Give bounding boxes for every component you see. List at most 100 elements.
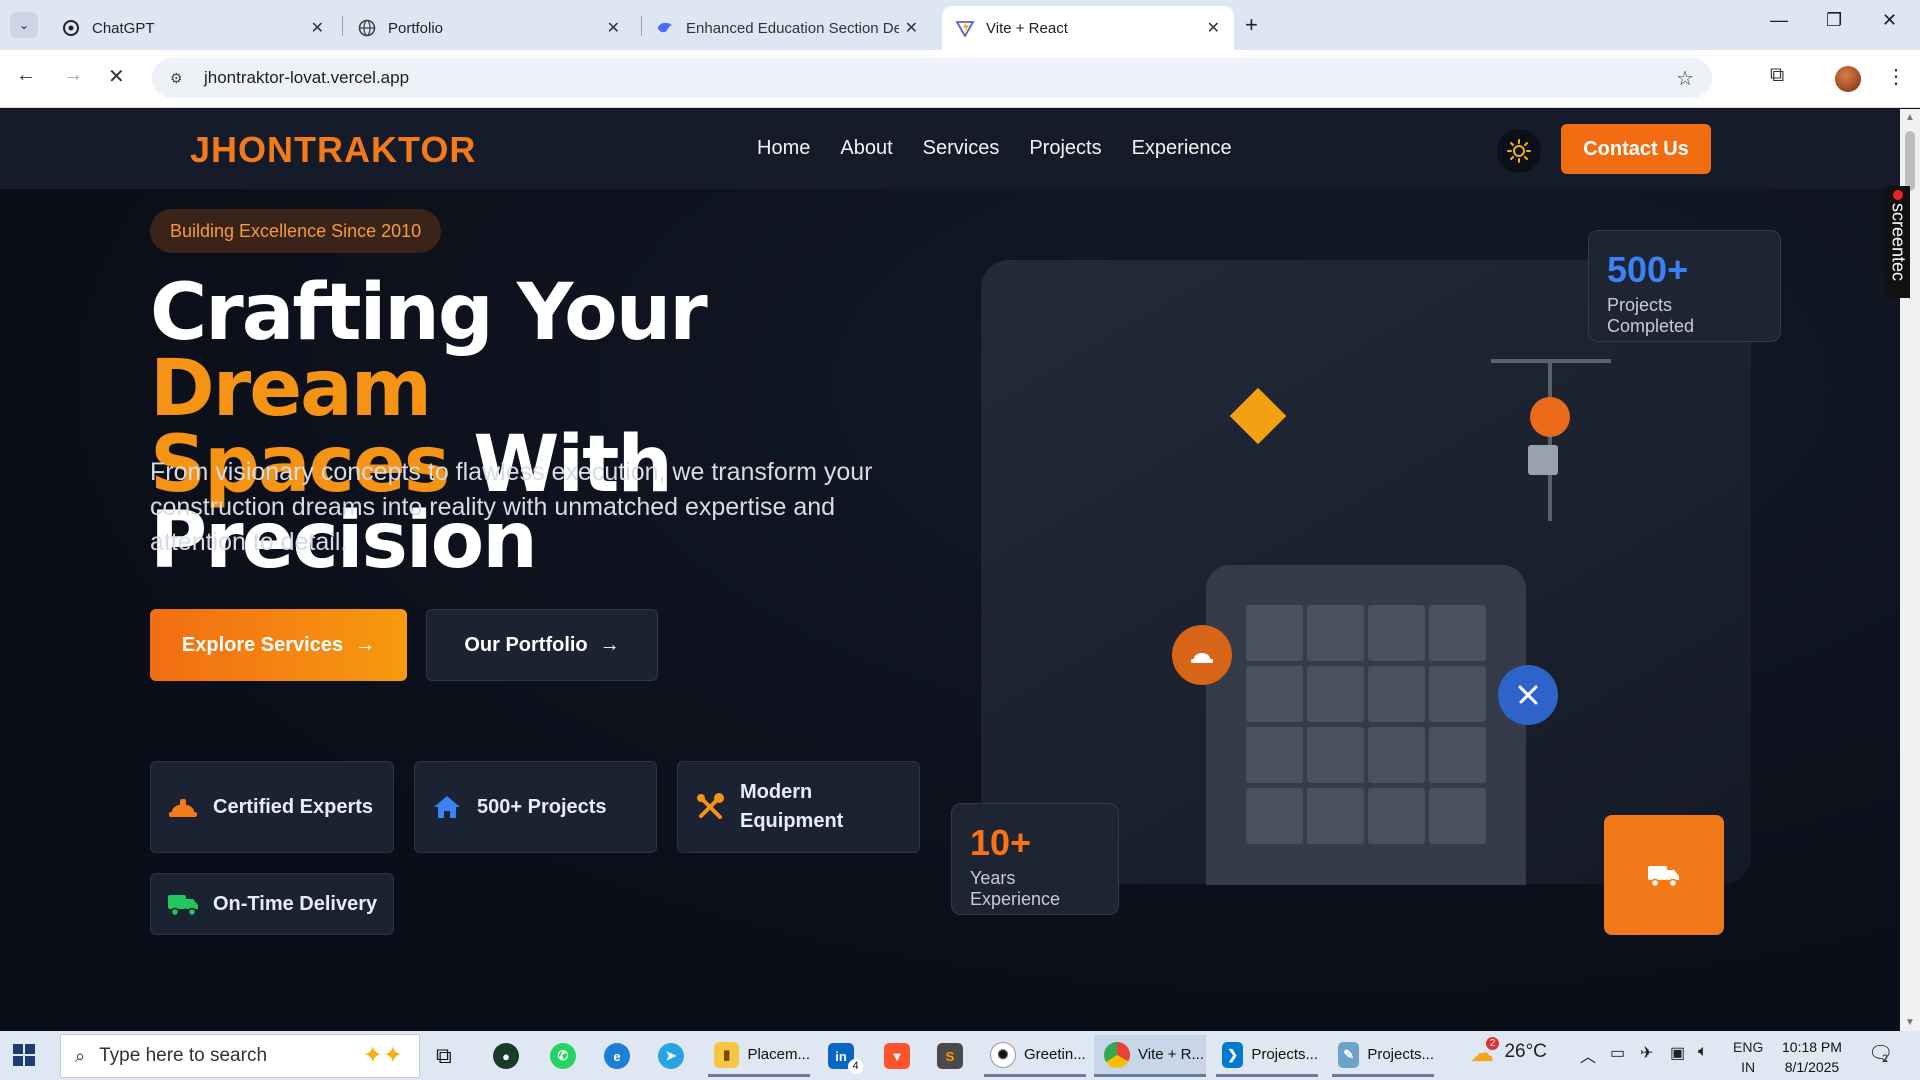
building-window: [1246, 666, 1303, 722]
explore-services-label: Explore Services: [181, 633, 344, 656]
building-window: [1307, 788, 1364, 844]
weather-widget[interactable]: ☁ 2 26°C: [1470, 1037, 1547, 1068]
feature-card-equipment: Modern Equipment: [677, 761, 920, 853]
feature-card-certified: Certified Experts: [150, 761, 394, 853]
minimize-icon[interactable]: —: [1770, 10, 1788, 31]
language-indicator[interactable]: ENG IN: [1733, 1037, 1763, 1077]
site-navbar: JHONTRAKTOR Home About Services Projects…: [0, 109, 1900, 189]
notepad-icon: ✎: [1338, 1041, 1360, 1068]
globe-icon: [358, 19, 376, 37]
stat-label: Projects Completed: [1607, 295, 1695, 336]
notifications-icon[interactable]: 🗨︎ 2: [1868, 1041, 1893, 1066]
our-portfolio-button[interactable]: Our Portfolio →: [426, 609, 658, 681]
nav-experience[interactable]: Experience: [1132, 137, 1232, 160]
search-placeholder: Type here to search: [99, 1045, 268, 1066]
system-clock[interactable]: 10:18 PM 8/1/2025: [1782, 1037, 1842, 1077]
building-window: [1429, 605, 1486, 661]
webpage: JHONTRAKTOR Home About Services Projects…: [0, 109, 1900, 1031]
taskbar-app-label: Placem...: [747, 1046, 810, 1063]
network-icon[interactable]: ✈: [1640, 1043, 1653, 1063]
mongodb-icon[interactable]: ●: [493, 1035, 519, 1077]
building-window: [1368, 666, 1425, 722]
new-tab-icon[interactable]: +: [1245, 12, 1258, 38]
bookmark-star-icon[interactable]: ☆: [1676, 66, 1694, 91]
building-window: [1368, 605, 1425, 661]
contact-us-button[interactable]: Contact Us: [1561, 124, 1711, 174]
back-icon[interactable]: ←: [16, 64, 36, 87]
scrollbar-thumb[interactable]: [1905, 131, 1915, 191]
building-window: [1307, 666, 1364, 722]
tab-chatgpt[interactable]: ChatGPT ✕: [48, 6, 338, 50]
linkedin-icon[interactable]: in 4: [828, 1035, 863, 1077]
close-tab-icon[interactable]: ✕: [905, 18, 918, 38]
extensions-icon[interactable]: ⧉: [1770, 64, 1784, 87]
url-text: jhontraktor-lovat.vercel.app: [204, 68, 410, 87]
edge-icon[interactable]: e: [604, 1035, 630, 1077]
taskbar-app-label: Greetin...: [1024, 1046, 1086, 1063]
building-window: [1429, 727, 1486, 783]
windows-start-icon[interactable]: [12, 1043, 36, 1072]
restore-icon[interactable]: ❐: [1826, 10, 1842, 31]
scroll-down-icon[interactable]: ▼: [1905, 1017, 1915, 1028]
vscode-icon: ❯: [1222, 1041, 1244, 1068]
truck-icon: [167, 891, 199, 917]
brave-icon[interactable]: ▼: [884, 1035, 910, 1077]
close-tab-icon[interactable]: ✕: [1207, 18, 1220, 38]
screentec-recorder-widget[interactable]: screentec: [1886, 186, 1910, 298]
taskbar-app-projects-vscode[interactable]: ❯ Projects...: [1216, 1035, 1318, 1077]
building-window: [1246, 788, 1303, 844]
device-icon[interactable]: ▣: [1670, 1043, 1685, 1063]
battery-icon[interactable]: ▭: [1610, 1043, 1625, 1063]
telegram-icon[interactable]: ➤: [658, 1035, 684, 1077]
building-window: [1429, 788, 1486, 844]
nav-projects[interactable]: Projects: [1029, 137, 1101, 160]
close-window-icon[interactable]: ✕: [1882, 10, 1897, 31]
profile-avatar[interactable]: [1835, 66, 1861, 92]
taskbar-app-label: Projects...: [1367, 1046, 1434, 1063]
building-window: [1246, 605, 1303, 661]
sublime-icon[interactable]: S: [937, 1035, 963, 1077]
taskbar-search-input[interactable]: ⌕ Type here to search ✦✦: [60, 1034, 420, 1078]
tools-badge-icon: [1498, 665, 1558, 725]
taskbar-app-greetin[interactable]: ✺ Greetin...: [984, 1035, 1086, 1077]
stop-loading-icon[interactable]: ✕: [108, 64, 125, 89]
tab-vite-react[interactable]: Vite + React ✕: [942, 6, 1234, 50]
theme-toggle-sun-icon[interactable]: [1497, 129, 1541, 173]
building-window: [1368, 788, 1425, 844]
region-code: IN: [1741, 1059, 1756, 1075]
scroll-up-icon[interactable]: ▲: [1905, 112, 1915, 123]
address-bar-row: ← → ✕ ⚙ jhontraktor-lovat.vercel.app ☆: [0, 50, 1920, 108]
notification-count: 2: [1882, 1053, 1889, 1065]
task-view-icon[interactable]: ⧉: [436, 1035, 452, 1077]
nav-services[interactable]: Services: [923, 137, 1000, 160]
feature-card-projects: 500+ Projects: [414, 761, 657, 853]
site-settings-icon[interactable]: ⚙: [170, 70, 190, 87]
chatgpt-icon: ✺: [990, 1041, 1016, 1068]
close-tab-icon[interactable]: ✕: [311, 18, 324, 38]
site-logo[interactable]: JHONTRAKTOR: [190, 129, 476, 171]
explore-services-button[interactable]: Explore Services →: [150, 609, 407, 681]
tab-portfolio[interactable]: Portfolio ✕: [344, 6, 634, 50]
taskbar-app-placem[interactable]: ▮ Placem...: [708, 1035, 810, 1077]
stat-label: Years Experience: [970, 868, 1061, 909]
tab-title: ChatGPT: [92, 19, 155, 37]
nav-about[interactable]: About: [840, 137, 892, 160]
close-tab-icon[interactable]: ✕: [607, 18, 620, 38]
tab-enhanced-education[interactable]: Enhanced Education Section De ✕: [642, 6, 932, 50]
taskbar-app-vite[interactable]: Vite + R...: [1094, 1035, 1206, 1077]
volume-icon[interactable]: 🔈︎: [1698, 1043, 1708, 1061]
nav-home[interactable]: Home: [757, 137, 810, 160]
forward-icon[interactable]: →: [63, 64, 83, 87]
tab-divider: [342, 16, 343, 36]
feature-label: 500+ Projects: [477, 795, 607, 818]
tab-search-button[interactable]: ⌄: [10, 12, 38, 38]
browser-menu-icon[interactable]: ⋮: [1886, 64, 1906, 89]
taskbar-app-projects-notes[interactable]: ✎ Projects...: [1332, 1035, 1434, 1077]
hero-description: From visionary concepts to flawless exec…: [150, 458, 873, 556]
stat-value: 500+: [1607, 249, 1689, 290]
whatsapp-icon[interactable]: ✆: [550, 1035, 576, 1077]
url-input[interactable]: ⚙ jhontraktor-lovat.vercel.app ☆: [152, 58, 1712, 98]
record-dot-icon: [1893, 190, 1903, 200]
taskbar-app-label: Projects...: [1251, 1046, 1318, 1063]
show-hidden-icons-icon[interactable]: ︿: [1580, 1043, 1596, 1067]
